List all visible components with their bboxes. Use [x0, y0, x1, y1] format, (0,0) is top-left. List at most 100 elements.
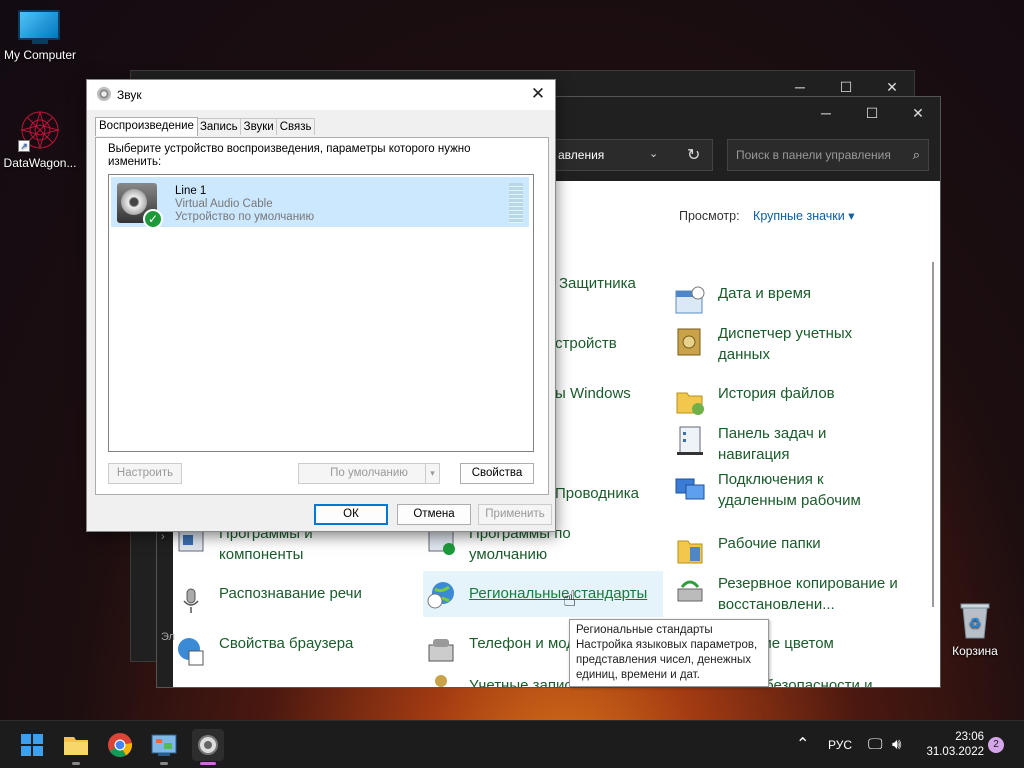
- cp-item-credential-manager[interactable]: Диспетчер учетных данных: [677, 323, 888, 365]
- desktop-icon-datawagon[interactable]: ↗ DataWagon...: [0, 108, 80, 170]
- tooltip-title: Региональные стандарты: [576, 624, 713, 636]
- device-list[interactable]: ✓ Line 1 Virtual Audio Cable Устройство …: [108, 174, 534, 452]
- title-bar[interactable]: Звук ✕: [87, 80, 555, 110]
- accounts-icon: [435, 675, 447, 687]
- control-panel-icon: [151, 734, 177, 756]
- tooltip-body: Настройка языковых параметров, представл…: [576, 639, 758, 681]
- chevron-up-icon[interactable]: ⌃: [796, 721, 809, 768]
- cp-item-backup[interactable]: Резервное копирование и восстановлени...: [677, 573, 918, 615]
- tab-sounds[interactable]: Звуки: [239, 118, 278, 135]
- ok-button[interactable]: ОК: [314, 504, 388, 525]
- cp-item-label: Дата и время: [718, 285, 812, 302]
- view-value: Крупные значки: [753, 209, 845, 223]
- chevron-down-icon[interactable]: ⌄: [649, 147, 658, 160]
- language-indicator[interactable]: РУС: [828, 721, 852, 768]
- maximize-button[interactable]: ☐: [849, 97, 895, 129]
- device-name: Line 1: [175, 185, 207, 197]
- properties-button[interactable]: Свойства: [460, 463, 534, 484]
- tab-bar: Воспроизведение Запись Звуки Связь: [95, 117, 316, 138]
- cp-item-regional-settings[interactable]: Региональные стандарты: [423, 571, 663, 617]
- cp-item-label: Диспетчер учетных данных: [718, 325, 853, 363]
- browser-icon: [178, 638, 204, 666]
- cp-item-defender[interactable]: Защитника: [559, 273, 636, 294]
- device-item[interactable]: ✓ Line 1 Virtual Audio Cable Устройство …: [111, 177, 529, 229]
- tab-playback[interactable]: Воспроизведение: [95, 117, 198, 136]
- status-text: Эл: [161, 631, 175, 643]
- search-icon: ⌕: [912, 147, 920, 162]
- clock-date: 31.03.2022: [926, 746, 984, 758]
- view-dropdown[interactable]: Крупные значки ▾: [753, 209, 854, 223]
- svg-text:♻: ♻: [969, 615, 982, 631]
- desktop-icon-label: Корзина: [952, 644, 998, 658]
- cp-item-phone-modem[interactable]: Телефон и мод: [428, 633, 575, 662]
- cp-item-accounts[interactable]: Учетные записи: [435, 675, 581, 688]
- sound-button[interactable]: [192, 729, 224, 765]
- credential-icon: [677, 328, 701, 356]
- remote-icon: [675, 478, 705, 500]
- configure-button[interactable]: Настроить: [108, 463, 182, 484]
- notification-badge[interactable]: 2: [988, 737, 1004, 753]
- cp-item-date-time[interactable]: Дата и время: [675, 283, 812, 314]
- cp-item-label: История файлов: [718, 385, 835, 402]
- cp-item-label: Защитника: [559, 275, 636, 292]
- cp-item-file-history[interactable]: История файлов: [676, 383, 835, 415]
- device-status: Устройство по умолчанию: [175, 211, 315, 223]
- desktop-icon-recycle-bin[interactable]: ♻ Корзина: [935, 598, 1015, 658]
- sound-dialog[interactable]: Звук ✕ Воспроизведение Запись Звуки Связь В…: [86, 79, 556, 532]
- cp-item-speech[interactable]: Распознавание речи: [183, 583, 362, 613]
- view-selector: Просмотр: Крупные значки ▾: [679, 208, 855, 223]
- dialog-title: Звук: [117, 88, 142, 102]
- cp-item-remote[interactable]: Подключения к удаленным рабочим: [675, 469, 888, 511]
- cp-item-label: Учетные записи: [469, 677, 581, 688]
- cp-item-label: Региональные стандарты: [469, 585, 648, 602]
- speaker-icon: [97, 87, 111, 101]
- cp-item-explorer[interactable]: Проводника: [555, 483, 639, 504]
- cp-item-devices[interactable]: стройств: [555, 333, 617, 354]
- cp-item-label: Проводника: [555, 485, 639, 502]
- volume-meter: [509, 183, 523, 223]
- control-panel-button[interactable]: [148, 729, 180, 765]
- minimize-button[interactable]: ─: [803, 97, 849, 129]
- file-explorer-button[interactable]: [60, 729, 92, 765]
- chevron-down-icon[interactable]: ▾: [425, 464, 439, 483]
- speaker-icon: [198, 735, 218, 755]
- search-input[interactable]: Поиск в панели управления ⌕: [727, 139, 929, 171]
- shortcut-arrow-icon: ↗: [18, 140, 30, 152]
- clock-time: 23:06: [955, 731, 984, 743]
- hand-cursor-icon: ☝: [563, 586, 577, 611]
- file-history-icon: [676, 392, 704, 415]
- clock[interactable]: 23:06 31.03.2022: [926, 730, 984, 760]
- volume-icon[interactable]: 🔊︎: [892, 721, 901, 768]
- taskbar: ⌃ РУС 🖵 🔊︎ 23:06 31.03.2022 2: [0, 720, 1024, 768]
- chevron-right-icon[interactable]: ›: [161, 531, 165, 543]
- address-text: авления: [558, 148, 605, 162]
- set-default-button[interactable]: По умолчанию ▾: [298, 463, 440, 484]
- folder-icon: [64, 737, 88, 755]
- cp-item-label: ы Windows: [555, 385, 631, 402]
- close-button[interactable]: ✕: [527, 83, 549, 105]
- refresh-icon[interactable]: ↻: [687, 145, 700, 165]
- phone-icon: [428, 639, 454, 662]
- cancel-button[interactable]: Отмена: [397, 504, 471, 525]
- desktop-icon-my-computer[interactable]: My Computer: [0, 10, 80, 62]
- tooltip: Региональные стандарты Настройка языковы…: [569, 619, 769, 687]
- close-button[interactable]: ✕: [895, 97, 940, 129]
- apply-button[interactable]: Применить: [478, 504, 552, 525]
- cp-item-taskbar[interactable]: Панель задач и навигация: [677, 423, 868, 465]
- cp-item-browser-properties[interactable]: Свойства браузера: [178, 633, 354, 666]
- start-button[interactable]: [16, 729, 48, 761]
- cp-item-label: Свойства браузера: [219, 635, 354, 652]
- tab-recording[interactable]: Запись: [195, 118, 242, 135]
- desktop-icon-label: DataWagon...: [3, 156, 77, 170]
- network-icon[interactable]: 🖵: [868, 721, 882, 768]
- recycle-bin-icon: ♻: [957, 598, 993, 640]
- cp-item-work-folders[interactable]: Рабочие папки: [677, 533, 821, 564]
- scrollbar[interactable]: [932, 262, 934, 607]
- view-label: Просмотр:: [679, 209, 740, 223]
- cp-item-windows[interactable]: ы Windows: [555, 383, 631, 404]
- computer-icon: [18, 10, 62, 44]
- chrome-button[interactable]: [104, 729, 136, 761]
- tab-communications[interactable]: Связь: [275, 118, 316, 135]
- playback-panel: Выберите устройство воспроизведения, пар…: [95, 137, 549, 495]
- desktop-icon-label: My Computer: [3, 48, 77, 62]
